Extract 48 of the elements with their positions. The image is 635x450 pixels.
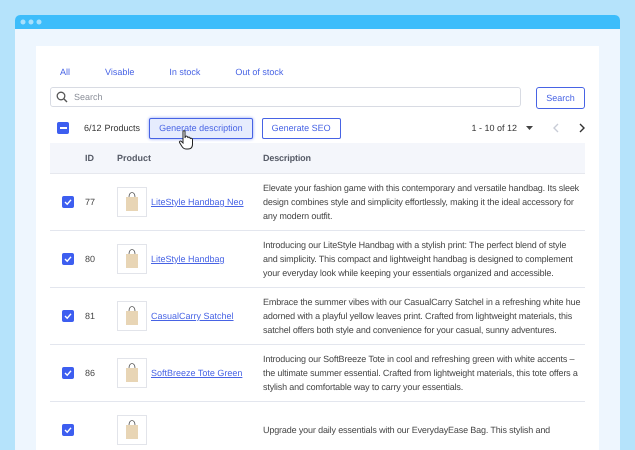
checkmark-icon xyxy=(64,426,72,434)
checkmark-icon xyxy=(64,198,72,206)
generate-button[interactable]: Generate SEO xyxy=(262,118,341,138)
table-cell: 80 xyxy=(85,254,96,264)
minus-icon xyxy=(60,127,66,129)
selected-count: 6/12 xyxy=(84,123,102,133)
table-cell-text: Introducing our SoftBreeze Tote in cool and refreshing green with white accents – the ultimate summer essential. Crafted from lightweight materials, this tote offers a stylish and comfortable way to carry your essentials. xyxy=(262,353,579,394)
table-cell-text: Embrace the summer vibes with our CasualCarry Satchel in a refreshing white hue adorned with a playful yellow leaves print. Crafted from lightweight materials, this satchel offers both style and convenience for your casual, sunny adventures. xyxy=(262,296,582,337)
row-checkbox[interactable] xyxy=(62,367,74,379)
search-field[interactable]: Search xyxy=(50,87,521,107)
select-all-checkbox[interactable] xyxy=(57,122,69,134)
search-icon xyxy=(56,91,68,103)
row-checkbox[interactable] xyxy=(62,196,74,208)
product-link[interactable]: LiteStyle Handbag Neo xyxy=(151,197,244,207)
dropdown-caret-icon[interactable] xyxy=(526,126,533,130)
table-cell: 86 xyxy=(85,368,96,378)
column-header: ID xyxy=(85,153,95,163)
row-checkbox[interactable] xyxy=(62,310,74,322)
tote-bag-photo-placeholder xyxy=(117,244,147,274)
table-cell-text: Elevate your fashion game with this contemporary and versatile handbag. Its sleek design combines style and simplicity effortlessly, making it the ideal accessory for any modern outfit. xyxy=(262,182,580,223)
row-checkbox[interactable] xyxy=(62,253,74,265)
table-cell-text: Introducing our LiteStyle Handbag with a stylish print: The perfect blend of style and simplicity. This compact and lightweight handbag is designed to complement your everyday look while keeping your essentials organized and accessible. xyxy=(262,239,574,280)
filter-tab[interactable]: In stock xyxy=(163,64,206,80)
page-range: 1 - 10 of 12 xyxy=(471,123,517,133)
row-checkbox[interactable] xyxy=(62,424,74,436)
column-header: Description xyxy=(262,152,312,165)
tote-bag-photo-placeholder xyxy=(117,358,147,388)
tote-bag-photo-placeholder xyxy=(117,301,147,331)
window-dots-icon xyxy=(20,19,44,25)
product-link[interactable]: CasualCarry Satchel xyxy=(151,311,234,321)
filter-tab[interactable]: Visable xyxy=(99,64,140,80)
table-cell-text: Upgrade your daily essentials with our EverydayEase Bag. This stylish and xyxy=(262,424,552,437)
checkmark-icon xyxy=(64,369,72,377)
generate-button[interactable]: Generate description xyxy=(149,118,253,138)
tote-bag-photo-placeholder xyxy=(117,187,147,217)
column-header: Product xyxy=(117,153,152,163)
filter-tab[interactable]: Out of stock xyxy=(229,64,290,80)
table-cell: 77 xyxy=(85,197,96,207)
checkmark-icon xyxy=(64,312,72,320)
products-label: Products xyxy=(104,123,140,133)
table-cell: 81 xyxy=(85,311,96,321)
product-link[interactable]: LiteStyle Handbag xyxy=(151,254,225,264)
product-link[interactable]: SoftBreeze Tote Green xyxy=(151,368,242,378)
tote-bag-photo-placeholder xyxy=(117,415,147,445)
search-button[interactable]: Search xyxy=(536,87,585,109)
checkmark-icon xyxy=(64,255,72,263)
filter-tab[interactable]: All xyxy=(54,64,76,80)
next-page-icon[interactable] xyxy=(579,123,585,133)
